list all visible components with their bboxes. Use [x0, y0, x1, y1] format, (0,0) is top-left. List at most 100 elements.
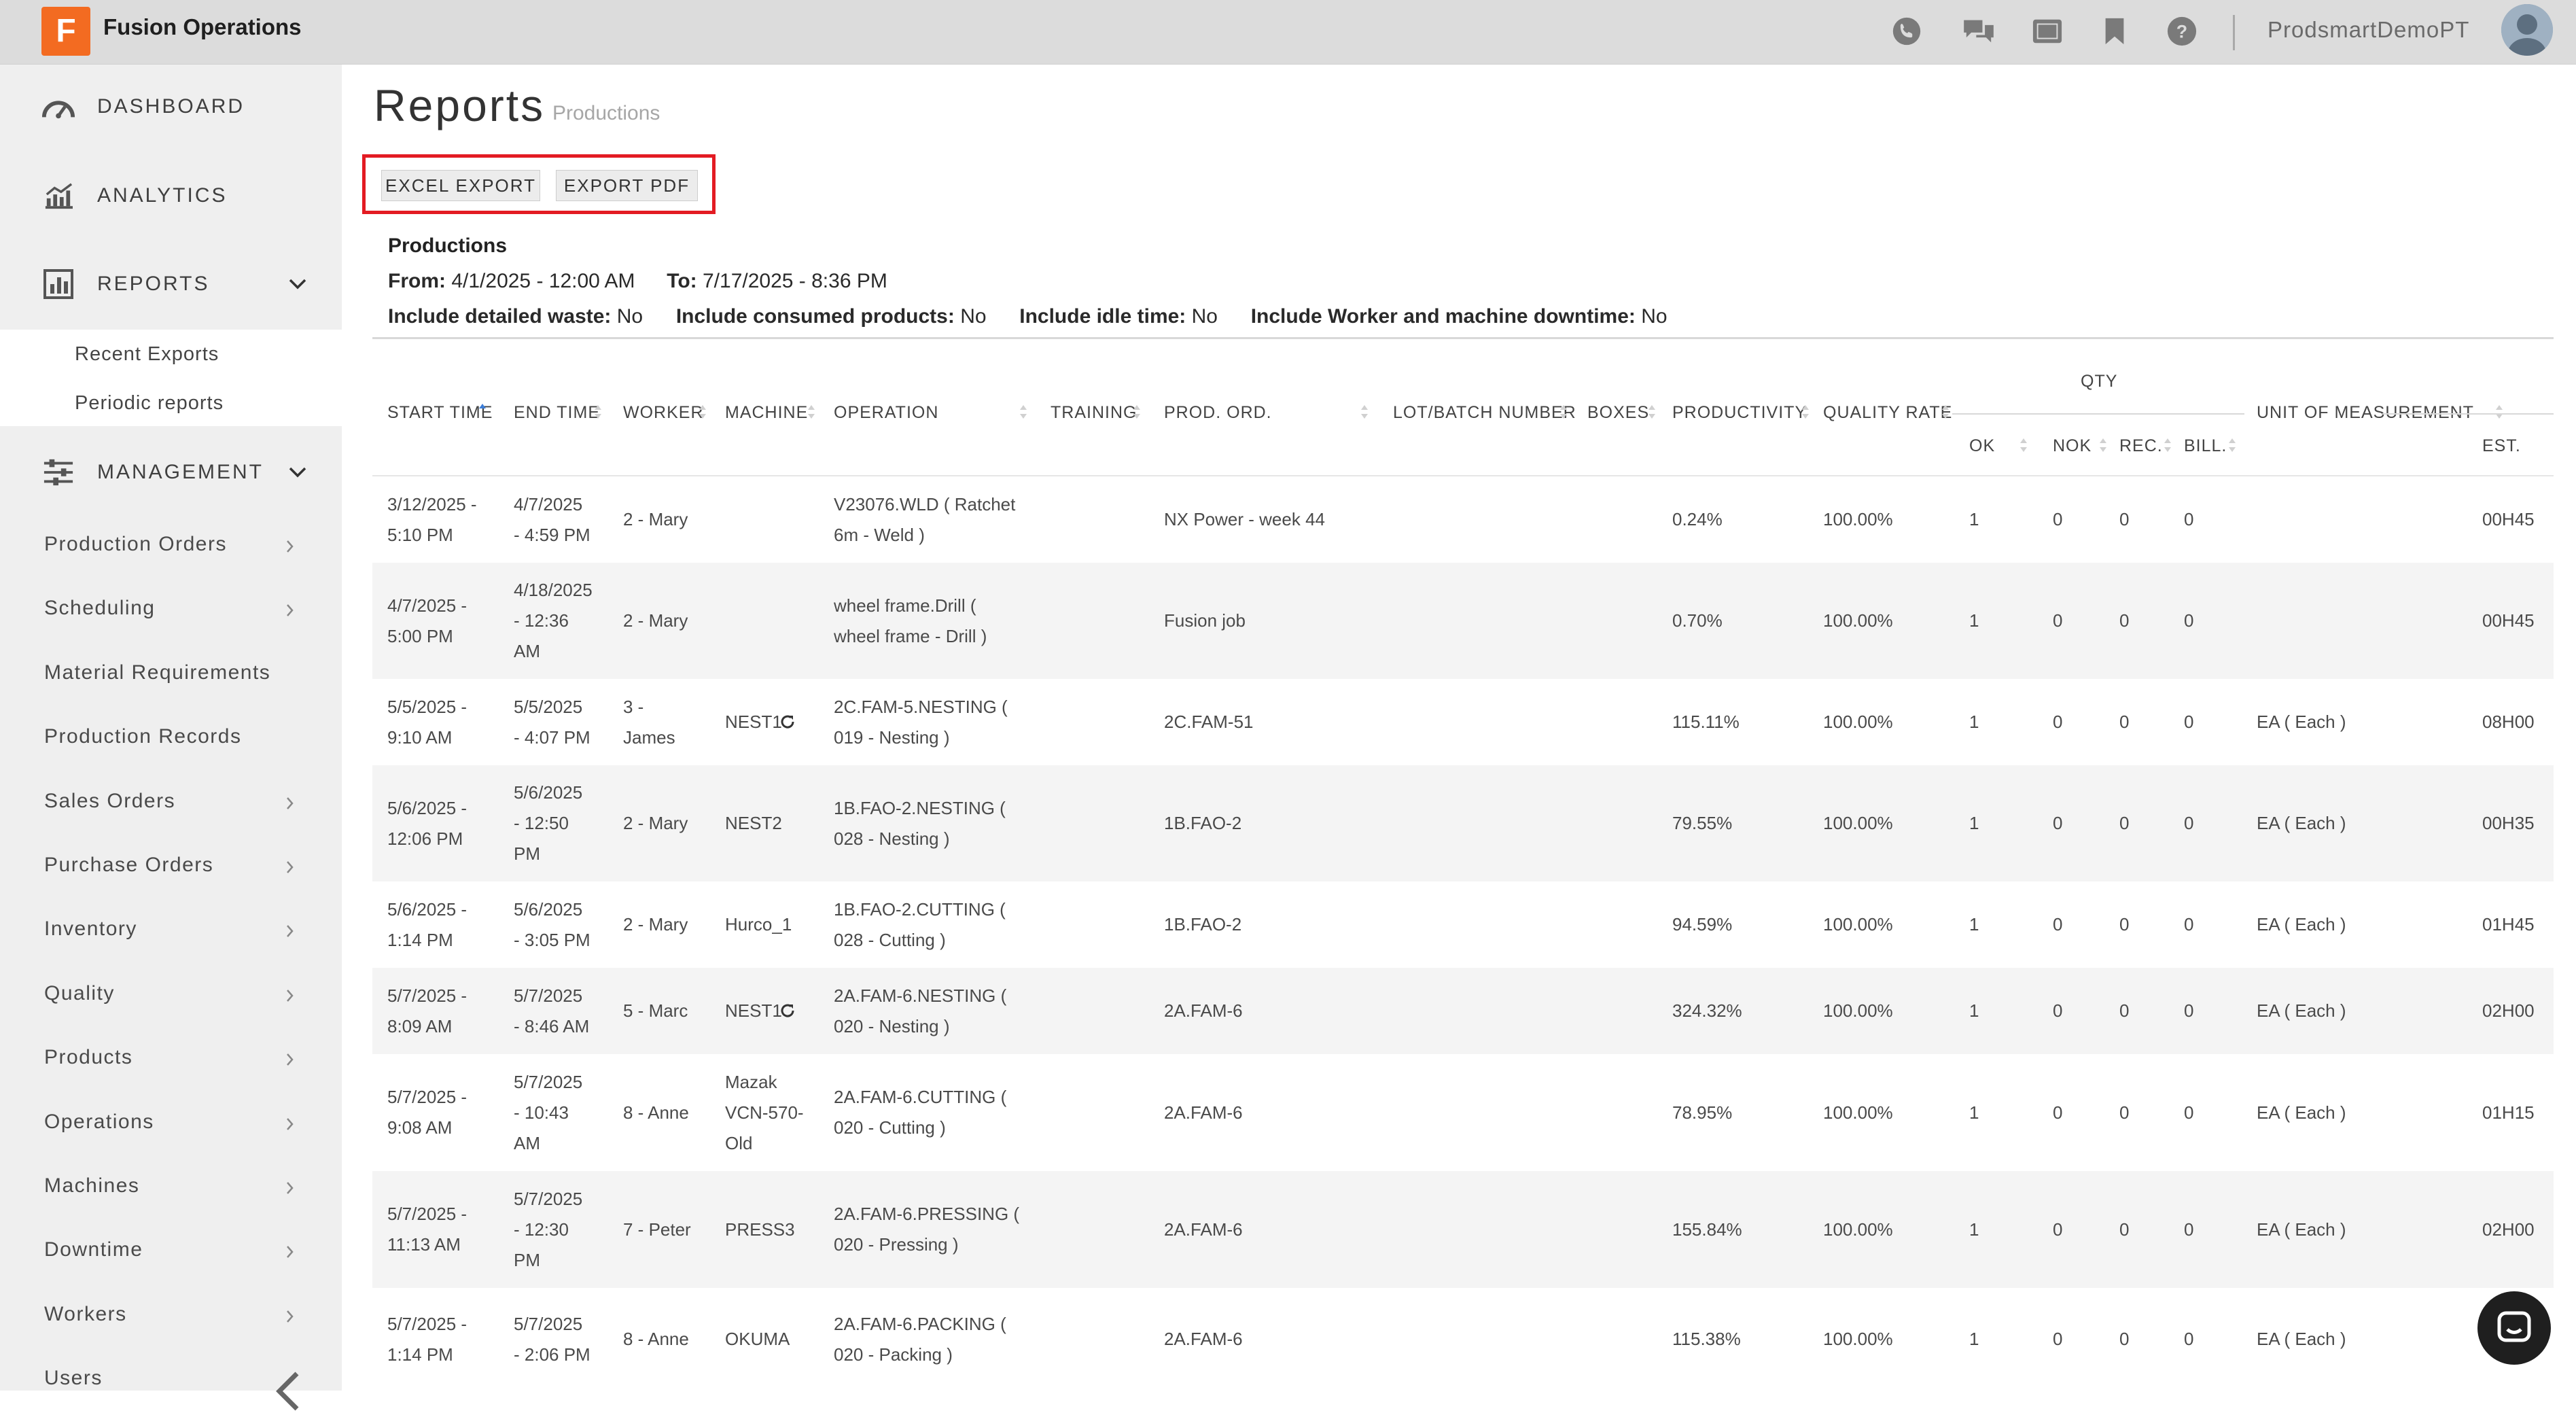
cell-operation: 2C.FAM-5.NESTING ( 019 - Nesting )	[834, 697, 1008, 748]
sidebar-item-analytics[interactable]: ANALYTICS	[0, 162, 342, 230]
username[interactable]: ProdsmartDemoPT	[2268, 16, 2469, 43]
sidebar-item-recent-exports[interactable]: Recent Exports	[75, 343, 219, 366]
column-header-lot[interactable]: LOT/BATCH NUMBER	[1393, 403, 1576, 423]
column-header-ok[interactable]: OK	[1969, 436, 1995, 456]
sidebar-item-dashboard[interactable]: DASHBOARD	[0, 73, 342, 141]
sidebar-item-workers[interactable]: Workers	[0, 1287, 342, 1348]
sort-icon[interactable]	[2098, 435, 2108, 455]
sort-icon[interactable]	[1801, 402, 1810, 422]
chat-icon[interactable]	[1961, 14, 1996, 49]
sort-icon[interactable]	[2227, 435, 2237, 455]
sort-icon[interactable]	[1132, 402, 1142, 422]
sidebar-item-inventory[interactable]: Inventory	[0, 901, 342, 962]
app-title[interactable]: Fusion Operations	[103, 14, 302, 41]
chat-bubble-icon[interactable]	[2477, 1291, 2551, 1365]
sort-icon[interactable]	[593, 402, 603, 422]
chevron-down-icon[interactable]	[285, 460, 310, 485]
cell-est: 00H45	[2482, 610, 2535, 631]
cell-rec: 0	[2119, 1219, 2130, 1240]
export-pdf-button[interactable]: EXPORT PDF	[556, 170, 698, 201]
sort-icon[interactable]	[1019, 402, 1028, 422]
sidebar-item-production-orders[interactable]: Production Orders	[0, 517, 342, 578]
sort-icon[interactable]	[2019, 435, 2028, 455]
column-header-productivity[interactable]: PRODUCTIVITY	[1672, 403, 1807, 423]
column-header-nok[interactable]: NOK	[2053, 436, 2092, 456]
sidebar-item-production-records[interactable]: Production Records	[0, 709, 342, 770]
cell-operation: 2A.FAM-6.PRESSING ( 020 - Pressing )	[834, 1204, 1020, 1255]
sort-icon[interactable]	[1559, 402, 1568, 422]
table-row[interactable]: 5/6/2025 - 1:14 PM 5/6/2025 - 3:05 PM 2 - …	[372, 881, 2554, 968]
column-header-prod-ord[interactable]: PROD. ORD.	[1164, 403, 1272, 423]
refresh-icon[interactable]	[779, 1002, 796, 1022]
table-row[interactable]: 5/5/2025 - 9:10 AM 5/5/2025 - 4:07 PM 3 - …	[372, 679, 2554, 765]
sidebar-item-label: Production Orders	[44, 533, 227, 555]
report-options: Include detailed waste: No Include consu…	[388, 305, 1668, 328]
table-row[interactable]: 5/7/2025 - 1:14 PM 5/7/2025 - 2:06 PM 8 - …	[372, 1288, 2554, 1391]
chevron-right-icon	[285, 602, 300, 621]
collapse-sidebar-icon[interactable]	[275, 1371, 302, 1412]
cell-worker: 7 - Peter	[623, 1219, 691, 1240]
cell-est: 02H00	[2482, 1219, 2535, 1240]
bookmark-icon[interactable]	[2097, 14, 2132, 49]
help-icon[interactable]: ?	[2164, 14, 2200, 49]
cell-machine: Mazak VCN-570- Old	[725, 1072, 804, 1153]
sidebar-item-sales-orders[interactable]: Sales Orders	[0, 773, 342, 835]
table-row[interactable]: 5/7/2025 - 11:13 AM 5/7/2025 - 12:30 PM 7 …	[372, 1171, 2554, 1288]
cell-nok: 0	[2053, 813, 2063, 833]
avatar[interactable]	[2501, 4, 2553, 56]
column-header-rec[interactable]: REC.	[2119, 436, 2163, 456]
refresh-icon[interactable]	[779, 714, 796, 733]
cell-end: 4/7/2025 - 4:59 PM	[514, 494, 590, 545]
sort-icon[interactable]	[1941, 402, 1950, 422]
column-header-boxes[interactable]: BOXES	[1587, 403, 1649, 423]
sidebar-item-reports[interactable]: REPORTS	[0, 250, 342, 318]
table-row[interactable]: 5/7/2025 - 9:08 AM 5/7/2025 - 10:43 AM 8 -…	[372, 1054, 2554, 1171]
cell-bill: 0	[2184, 509, 2194, 529]
sidebar-item-products[interactable]: Products	[0, 1030, 342, 1091]
column-header-training[interactable]: TRAINING	[1051, 403, 1137, 423]
column-header-quality[interactable]: QUALITY RATE	[1823, 403, 1952, 423]
sidebar-item-downtime[interactable]: Downtime	[0, 1222, 342, 1283]
excel-export-button[interactable]: EXCEL EXPORT	[381, 170, 540, 201]
screen-icon[interactable]	[2030, 14, 2065, 49]
management-icon	[41, 455, 76, 490]
sort-icon[interactable]	[478, 402, 487, 422]
sidebar-item-scheduling[interactable]: Scheduling	[0, 580, 342, 642]
cell-prod: NX Power - week 44	[1164, 509, 1325, 529]
column-header-machine[interactable]: MACHINE	[725, 403, 808, 423]
waste-label: Include detailed waste:	[388, 305, 612, 328]
table-row[interactable]: 4/7/2025 - 5:00 PM 4/18/2025 - 12:36 AM 2 …	[372, 563, 2554, 679]
sort-icon[interactable]	[1647, 402, 1657, 422]
phone-icon[interactable]	[1889, 14, 1924, 49]
column-header-bill[interactable]: BILL.	[2184, 436, 2227, 456]
cell-bill: 0	[2184, 1102, 2194, 1123]
to-value: 7/17/2025 - 8:36 PM	[703, 270, 887, 292]
sidebar-item-periodic-reports[interactable]: Periodic reports	[75, 392, 224, 415]
sidebar-item-management[interactable]: MANAGEMENT	[0, 438, 342, 506]
sidebar-item-machines[interactable]: Machines	[0, 1158, 342, 1219]
column-header-end[interactable]: END TIME	[514, 403, 600, 423]
cell-end: 5/5/2025 - 4:07 PM	[514, 697, 590, 748]
sort-icon[interactable]	[807, 402, 816, 422]
main-content: Reports Productions EXCEL EXPORT EXPORT …	[342, 65, 2576, 1391]
column-header-qty[interactable]: QTY	[2081, 372, 2117, 391]
table-row[interactable]: 3/12/2025 - 5:10 PM 4/7/2025 - 4:59 PM 2 -…	[372, 476, 2554, 563]
sort-icon[interactable]	[698, 402, 707, 422]
cell-nok: 0	[2053, 914, 2063, 934]
sidebar-item-purchase-orders[interactable]: Purchase Orders	[0, 837, 342, 898]
sort-icon[interactable]	[2494, 402, 2504, 422]
sort-icon[interactable]	[2163, 435, 2172, 455]
column-header-worker[interactable]: WORKER	[623, 403, 704, 423]
table-row[interactable]: 5/6/2025 - 12:06 PM 5/6/2025 - 12:50 PM 2 …	[372, 765, 2554, 881]
sidebar-item-material-requirements[interactable]: Material Requirements	[0, 645, 342, 706]
chevron-down-icon[interactable]	[285, 272, 310, 296]
sort-icon[interactable]	[1360, 402, 1369, 422]
sidebar-item-operations[interactable]: Operations	[0, 1094, 342, 1155]
app-logo[interactable]: F	[41, 7, 90, 56]
table-row[interactable]: 5/7/2025 - 8:09 AM 5/7/2025 - 8:46 AM 5 - …	[372, 968, 2554, 1054]
column-header-operation[interactable]: OPERATION	[834, 403, 938, 423]
idle-value: No	[1191, 305, 1218, 328]
column-header-est[interactable]: EST.	[2482, 436, 2521, 456]
cell-productivity: 78.95%	[1672, 1102, 1733, 1123]
sidebar-item-quality[interactable]: Quality	[0, 966, 342, 1027]
